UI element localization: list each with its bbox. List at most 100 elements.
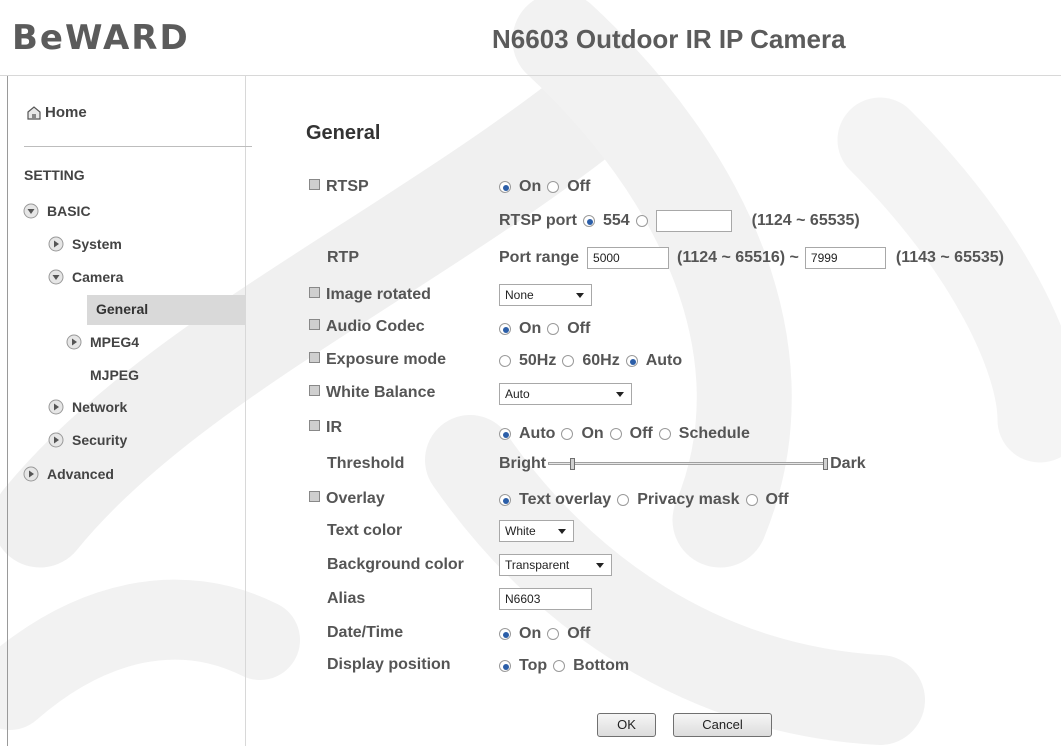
rtsp-port-default-radio[interactable] — [582, 215, 595, 227]
camera-title: N6603 Outdoor IR IP Camera — [492, 24, 846, 54]
image-rotated-select[interactable]: None — [499, 284, 592, 306]
ir-radio-group: Auto On Off Schedule — [493, 425, 750, 443]
threshold-label: Threshold — [327, 455, 405, 472]
white-balance-label: White Balance — [309, 384, 435, 402]
square-bullet-icon — [309, 491, 320, 502]
exposure-60hz-radio[interactable] — [562, 355, 575, 367]
square-bullet-icon — [309, 420, 320, 431]
text-color-select[interactable]: White — [499, 520, 574, 542]
sidebar-item-label: BASIC — [47, 203, 91, 219]
threshold-slider-handle-dark[interactable] — [823, 458, 829, 470]
exposure-50hz-radio[interactable] — [499, 355, 511, 367]
cancel-button[interactable]: Cancel — [673, 713, 772, 737]
rtsp-port-custom-radio[interactable] — [635, 215, 648, 227]
rtp-row: Port range 5000 (1124 ~ 65516) ~ 7999 (1… — [499, 247, 1004, 269]
sidebar-item-camera[interactable]: Camera — [48, 267, 123, 287]
audio-codec-label: Audio Codec — [309, 318, 425, 336]
ir-label: IR — [309, 419, 342, 437]
sidebar-item-network[interactable]: Network — [48, 397, 127, 417]
sidebar-item-label: Advanced — [47, 466, 114, 482]
sidebar-item-basic[interactable]: BASIC — [23, 201, 91, 221]
image-rotated-label: Image rotated — [309, 286, 431, 304]
rtsp-radio-group: On Off — [493, 178, 590, 196]
rtp-port-from-input[interactable]: 5000 — [587, 247, 670, 269]
sidebar-item-mjpeg[interactable]: MJPEG — [90, 365, 139, 385]
square-bullet-icon — [309, 319, 320, 330]
background-color-select[interactable]: Transparent — [499, 554, 612, 576]
chevron-down-icon — [558, 529, 566, 534]
alias-label: Alias — [327, 590, 366, 607]
square-bullet-icon — [309, 179, 320, 190]
rtsp-on-radio[interactable] — [499, 181, 511, 193]
audio-on-radio[interactable] — [499, 323, 511, 335]
page-title: General — [306, 122, 381, 144]
alias-input[interactable]: N6603 — [499, 588, 592, 610]
square-bullet-icon — [309, 385, 320, 396]
chevron-right-icon — [48, 399, 64, 415]
overlay-text-radio[interactable] — [499, 494, 511, 506]
sidebar-item-label: Home — [45, 104, 87, 121]
sidebar: Home SETTING BASIC System Camera MPEG4 M… — [8, 76, 252, 746]
ok-button[interactable]: OK — [597, 713, 656, 737]
overlay-privacy-radio[interactable] — [617, 494, 630, 506]
chevron-down-icon — [596, 563, 604, 568]
header: BeWARD N6603 Outdoor IR IP Camera — [0, 0, 1061, 76]
chevron-right-icon — [66, 334, 82, 350]
threshold-slider-handle-bright[interactable] — [570, 458, 576, 470]
ir-auto-radio[interactable] — [499, 428, 511, 440]
rtp-port-to-input[interactable]: 7999 — [804, 247, 886, 269]
chevron-right-icon — [48, 432, 64, 448]
sidebar-item-home[interactable]: Home — [26, 104, 87, 121]
sidebar-item-advanced[interactable]: Advanced — [23, 464, 114, 484]
chevron-right-icon — [23, 466, 39, 482]
date-time-radio-group: On Off — [493, 625, 590, 643]
sidebar-item-security[interactable]: Security — [48, 430, 127, 450]
sidebar-item-mpeg4[interactable]: MPEG4 — [66, 332, 139, 352]
display-position-radio-group: Top Bottom — [493, 657, 629, 675]
sidebar-item-system[interactable]: System — [48, 234, 122, 254]
audio-off-radio[interactable] — [547, 323, 560, 335]
threshold-slider[interactable] — [548, 458, 829, 470]
sidebar-item-label: Security — [72, 432, 128, 448]
ir-schedule-radio[interactable] — [658, 428, 671, 440]
position-top-radio[interactable] — [499, 660, 511, 672]
exposure-mode-radio-group: 50Hz 60Hz Auto — [493, 352, 682, 370]
position-bottom-radio[interactable] — [553, 660, 566, 672]
beward-logo: BeWARD — [12, 18, 190, 58]
threshold-row: Bright Dark — [499, 455, 866, 472]
chevron-down-icon — [23, 203, 39, 219]
rtsp-off-radio[interactable] — [547, 181, 560, 193]
exposure-auto-radio[interactable] — [625, 355, 638, 367]
datetime-on-radio[interactable] — [499, 628, 511, 640]
sidebar-item-general[interactable]: General — [87, 295, 246, 325]
rtsp-label: RTSP — [309, 178, 369, 196]
home-icon — [27, 105, 41, 120]
overlay-off-radio[interactable] — [745, 494, 758, 506]
white-balance-select[interactable]: Auto — [499, 383, 632, 405]
display-position-label: Display position — [327, 656, 451, 673]
audio-codec-radio-group: On Off — [493, 320, 590, 338]
sidebar-item-label: General — [96, 301, 149, 317]
square-bullet-icon — [309, 352, 320, 363]
square-bullet-icon — [309, 287, 320, 298]
sidebar-item-label: Network — [72, 399, 128, 415]
chevron-down-icon — [616, 392, 624, 397]
overlay-label: Overlay — [309, 490, 385, 508]
sidebar-item-label: System — [72, 236, 122, 252]
ir-on-radio[interactable] — [561, 428, 574, 440]
background-color-label: Background color — [327, 556, 464, 573]
chevron-down-icon — [576, 293, 584, 298]
overlay-radio-group: Text overlay Privacy mask Off — [493, 491, 789, 509]
sidebar-item-label: MJPEG — [90, 367, 140, 383]
sidebar-divider — [24, 146, 252, 147]
ir-off-radio[interactable] — [609, 428, 622, 440]
sidebar-item-label: Camera — [72, 269, 124, 285]
chevron-down-icon — [48, 269, 64, 285]
rtsp-port-row: RTSP port 554 (1124 ~ 65535) — [499, 210, 860, 232]
date-time-label: Date/Time — [327, 624, 404, 641]
text-color-label: Text color — [327, 522, 403, 539]
datetime-off-radio[interactable] — [547, 628, 560, 640]
rtsp-port-input[interactable] — [655, 210, 732, 232]
sidebar-heading-setting: SETTING — [24, 167, 85, 183]
slider-track-line — [548, 462, 829, 465]
